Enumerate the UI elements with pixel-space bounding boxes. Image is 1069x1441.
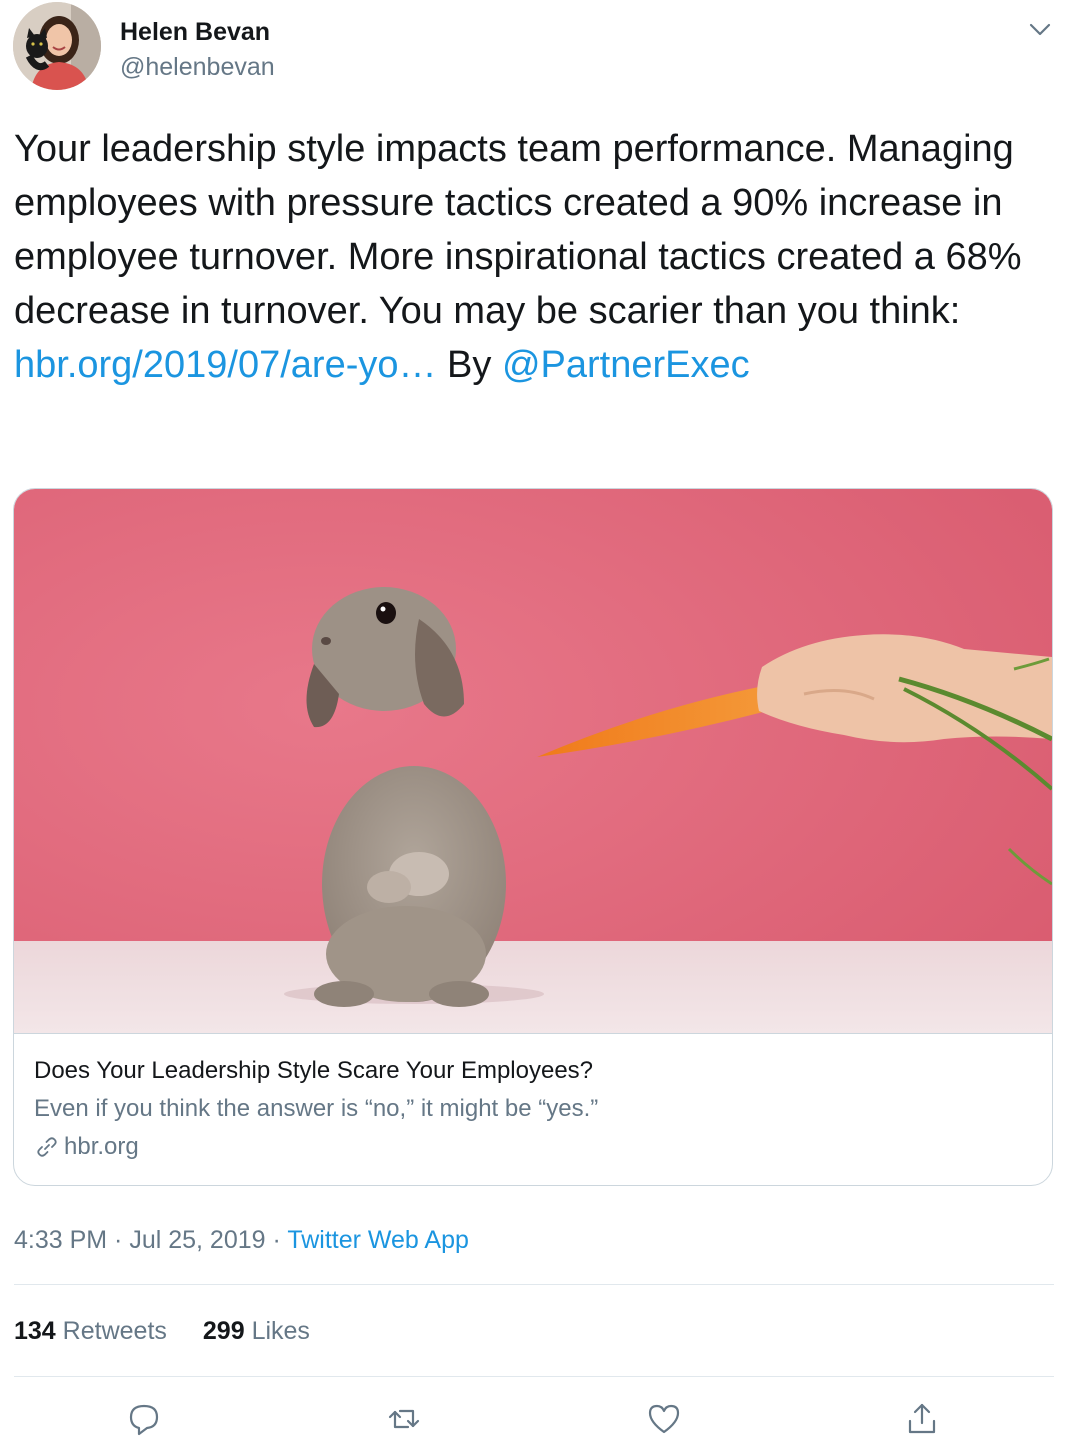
tweet-link[interactable]: hbr.org/2019/07/are-yo… [14,344,437,386]
link-icon [34,1134,60,1160]
tweet-date[interactable]: Jul 25, 2019 [129,1226,265,1254]
reply-icon[interactable] [126,1401,162,1437]
tweet-text-by: By [436,344,502,386]
heart-icon[interactable] [646,1401,682,1437]
card-image [14,489,1052,1034]
share-icon[interactable] [904,1401,940,1437]
avatar[interactable] [13,2,101,90]
meta-separator: · [107,1226,130,1254]
retweets-label: Retweets [62,1317,167,1345]
tweet-text: Your leadership style impacts team perfo… [14,122,1059,392]
author-name[interactable]: Helen Bevan [120,16,275,48]
tweet: Helen Bevan @helenbevan Your leadership … [0,0,1069,1441]
tweet-source[interactable]: Twitter Web App [287,1226,469,1254]
card-domain-text: hbr.org [64,1133,139,1160]
retweets-stat[interactable]: 134 Retweets [14,1314,167,1348]
divider [14,1376,1054,1377]
tweet-meta: 4:33 PM · Jul 25, 2019 · Twitter Web App [14,1224,469,1256]
author-handle[interactable]: @helenbevan [120,51,275,83]
link-card[interactable]: Does Your Leadership Style Scare Your Em… [13,488,1053,1186]
card-title: Does Your Leadership Style Scare Your Em… [34,1057,594,1084]
likes-label: Likes [251,1317,310,1345]
action-bar [0,1398,1069,1441]
mention-link[interactable]: @PartnerExec [502,344,750,386]
tweet-text-body: Your leadership style impacts team perfo… [14,128,1022,332]
tweet-stats: 134 Retweets 299 Likes [14,1314,310,1348]
card-body: Does Your Leadership Style Scare Your Em… [34,1055,1034,1163]
tweet-time[interactable]: 4:33 PM [14,1226,107,1254]
retweets-count: 134 [14,1317,56,1345]
divider [14,1284,1054,1285]
likes-count: 299 [202,1317,245,1345]
card-description: Even if you think the answer is “no,” it… [34,1095,599,1122]
meta-separator: · [265,1226,288,1254]
likes-stat[interactable]: 299 Likes [203,1314,310,1348]
card-domain: hbr.org [34,1131,1034,1163]
retweet-icon[interactable] [386,1401,422,1437]
author-block[interactable]: Helen Bevan @helenbevan [120,16,275,83]
avatar-image [13,2,101,90]
chevron-down-icon[interactable] [1026,16,1054,44]
